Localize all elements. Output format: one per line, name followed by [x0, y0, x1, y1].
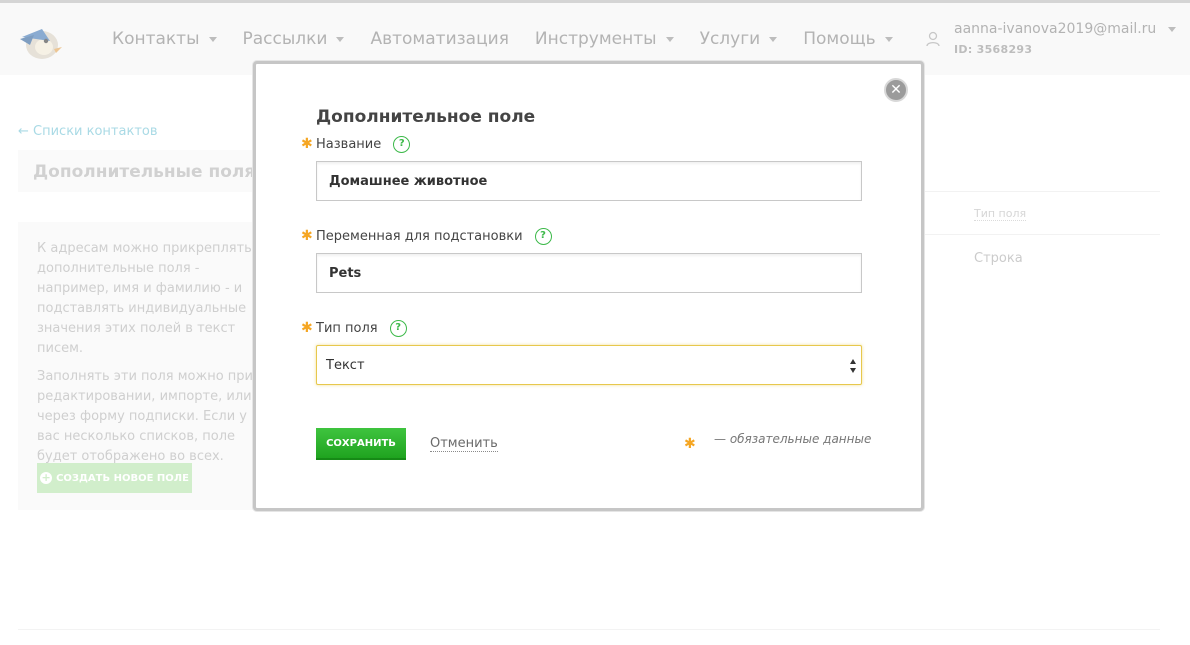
dialog-title: Дополнительное поле — [316, 107, 536, 127]
required-star-icon: ✱ — [684, 436, 696, 452]
required-star-icon: ✱ — [301, 228, 313, 244]
field-type-selected-value: Текст — [326, 357, 365, 373]
variable-field-label: Переменная для подстановки ? — [316, 228, 552, 245]
required-data-note: — обязательные данные — [714, 432, 872, 446]
close-icon[interactable]: ✕ — [884, 78, 908, 102]
help-icon[interactable]: ? — [393, 136, 411, 153]
select-arrows-icon — [850, 359, 856, 373]
help-icon[interactable]: ? — [534, 228, 552, 245]
variable-input[interactable] — [316, 253, 862, 293]
save-button[interactable]: СОХРАНИТЬ — [316, 428, 406, 460]
additional-field-dialog: ✕ Дополнительное поле ✱ Название ? ✱ Пер… — [253, 61, 924, 511]
required-star-icon: ✱ — [301, 136, 313, 152]
field-type-label: Тип поля ? — [316, 320, 407, 337]
required-star-icon: ✱ — [301, 320, 313, 336]
help-icon[interactable]: ? — [389, 320, 407, 337]
name-input[interactable] — [316, 161, 862, 201]
name-field-label: Название ? — [316, 136, 411, 153]
cancel-link[interactable]: Отменить — [430, 436, 498, 452]
field-type-select[interactable]: Текст — [316, 345, 862, 385]
